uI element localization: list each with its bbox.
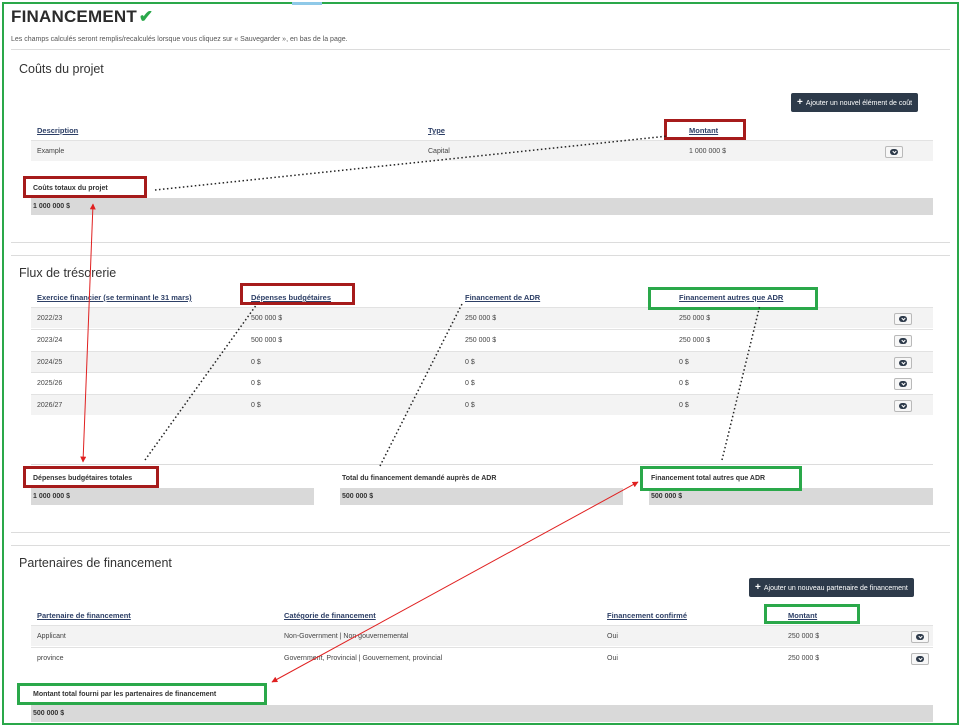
cell-adr: 0 $ xyxy=(465,402,475,409)
cell-description: Example xyxy=(37,148,65,155)
highlight-financement-autres xyxy=(648,287,818,310)
row-menu-chevron-icon[interactable] xyxy=(894,378,912,390)
highlight-couts-totaux xyxy=(23,176,147,198)
highlight-depenses-totales xyxy=(23,466,159,488)
col-financement-adr[interactable]: Financement de ADR xyxy=(465,293,540,302)
cell-exercice: 2025/26 xyxy=(37,380,63,387)
flux-title: Flux de trésorerie xyxy=(19,266,117,280)
highlight-montant-couts xyxy=(664,119,746,140)
cell-autres: 0 $ xyxy=(679,402,689,409)
cell-montant: 250 000 $ xyxy=(788,655,820,662)
highlight-partner-montant xyxy=(764,604,860,624)
cell-categorie: Government, Provincial | Gouvernement, p… xyxy=(284,655,443,662)
cell-depenses: 0 $ xyxy=(251,380,261,387)
table-row: 2022/23 500 000 $ 250 000 $ 250 000 $ xyxy=(31,307,933,328)
cell-montant: 250 000 $ xyxy=(788,633,820,640)
top-tab-indicator xyxy=(292,2,322,5)
page-hint: Les champs calculés seront remplis/recal… xyxy=(11,36,348,43)
highlight-partner-total xyxy=(17,683,267,705)
table-row: Applicant Non-Government | Non gouvernem… xyxy=(31,625,933,646)
plus-icon: + xyxy=(755,582,761,593)
cell-adr: 250 000 $ xyxy=(465,337,497,344)
table-row: 2023/24 500 000 $ 250 000 $ 250 000 $ xyxy=(31,329,933,350)
table-row: 2025/26 0 $ 0 $ 0 $ xyxy=(31,372,933,393)
cell-autres: 0 $ xyxy=(679,380,689,387)
cell-confirme: Oui xyxy=(607,633,618,640)
cell-adr: 0 $ xyxy=(465,359,475,366)
table-row: 2026/27 0 $ 0 $ 0 $ xyxy=(31,394,933,415)
cell-exercice: 2026/27 xyxy=(37,402,63,409)
col-exercice[interactable]: Exercice financier (se terminant le 31 m… xyxy=(37,293,192,302)
row-menu-chevron-icon[interactable] xyxy=(911,653,929,665)
table-row: 2024/25 0 $ 0 $ 0 $ xyxy=(31,351,933,372)
row-menu-chevron-icon[interactable] xyxy=(894,400,912,412)
cell-partenaire: Applicant xyxy=(37,633,66,640)
cell-partenaire: province xyxy=(37,655,64,662)
cell-autres: 250 000 $ xyxy=(679,337,711,344)
row-menu-chevron-icon[interactable] xyxy=(894,313,912,325)
partenaires-title: Partenaires de financement xyxy=(19,556,172,570)
partenaires-total-value: 500 000 $ xyxy=(31,705,933,722)
cell-categorie: Non-Government | Non gouvernemental xyxy=(284,633,409,640)
cell-depenses: 0 $ xyxy=(251,359,261,366)
col-partenaire[interactable]: Partenaire de financement xyxy=(37,611,131,620)
check-icon: ✔ xyxy=(138,7,154,26)
depenses-total-value: 1 000 000 $ xyxy=(31,488,314,505)
highlight-financement-total-autres xyxy=(640,466,802,491)
plus-icon: + xyxy=(797,97,803,108)
cell-montant: 1 000 000 $ xyxy=(689,148,726,155)
adr-total-value: 500 000 $ xyxy=(340,488,623,505)
add-partner-button[interactable]: + Ajouter un nouveau partenaire de financ… xyxy=(749,578,914,597)
couts-title: Coûts du projet xyxy=(19,62,104,76)
row-menu-chevron-icon[interactable] xyxy=(885,146,903,158)
couts-total-value: 1 000 000 $ xyxy=(31,198,933,215)
cell-confirme: Oui xyxy=(607,655,618,662)
cell-exercice: 2023/24 xyxy=(37,337,63,344)
col-type[interactable]: Type xyxy=(428,126,445,135)
table-row: Example Capital 1 000 000 $ xyxy=(31,140,933,161)
table-row: province Government, Provincial | Gouver… xyxy=(31,647,933,668)
add-cost-button[interactable]: + Ajouter un nouvel élément de coût xyxy=(791,93,919,112)
row-menu-chevron-icon[interactable] xyxy=(911,631,929,643)
col-confirme[interactable]: Financement confirmé xyxy=(607,611,687,620)
cell-exercice: 2022/23 xyxy=(37,315,63,322)
flux-totals-divider xyxy=(31,464,933,465)
cell-autres: 250 000 $ xyxy=(679,315,711,322)
highlight-depenses-budgetaires xyxy=(240,283,355,305)
row-menu-chevron-icon[interactable] xyxy=(894,357,912,369)
cell-adr: 250 000 $ xyxy=(465,315,497,322)
adr-total-label: Total du financement demandé auprès de A… xyxy=(342,475,497,482)
row-menu-chevron-icon[interactable] xyxy=(894,335,912,347)
cell-adr: 0 $ xyxy=(465,380,475,387)
col-description[interactable]: Description xyxy=(37,126,78,135)
page-title: FINANCEMENT ✔ xyxy=(11,7,154,26)
cell-depenses: 0 $ xyxy=(251,402,261,409)
cell-autres: 0 $ xyxy=(679,359,689,366)
col-categorie[interactable]: Catégorie de financement xyxy=(284,611,376,620)
cell-depenses: 500 000 $ xyxy=(251,337,283,344)
cell-exercice: 2024/25 xyxy=(37,359,63,366)
cell-depenses: 500 000 $ xyxy=(251,315,283,322)
cell-type: Capital xyxy=(428,148,450,155)
